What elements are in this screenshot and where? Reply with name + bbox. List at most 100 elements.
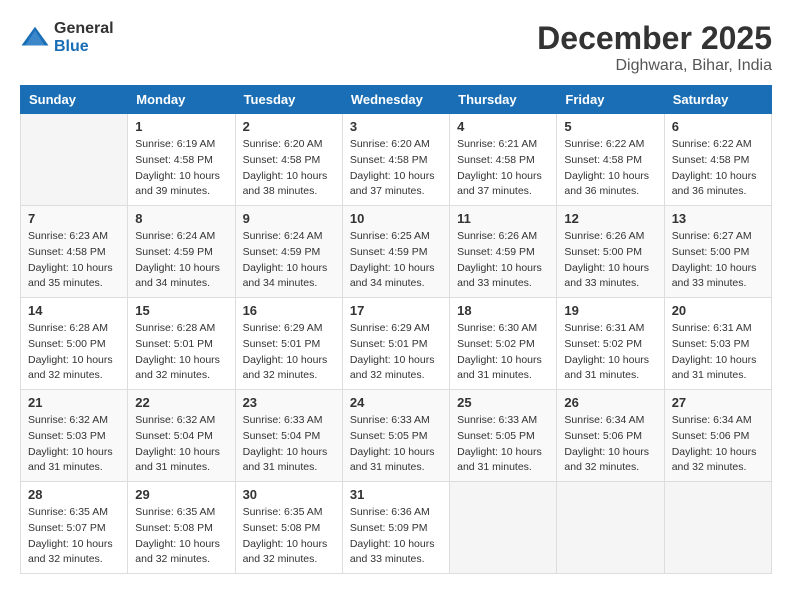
calendar-cell: 20 Sunrise: 6:31 AM Sunset: 5:03 PM Dayli…: [664, 298, 771, 390]
day-info: Sunrise: 6:29 AM Sunset: 5:01 PM Dayligh…: [243, 321, 335, 384]
weekday-header-row: SundayMondayTuesdayWednesdayThursdayFrid…: [21, 86, 772, 114]
weekday-header-saturday: Saturday: [664, 86, 771, 114]
calendar-cell: 8 Sunrise: 6:24 AM Sunset: 4:59 PM Daylig…: [128, 206, 235, 298]
calendar-cell: 9 Sunrise: 6:24 AM Sunset: 4:59 PM Daylig…: [235, 206, 342, 298]
day-info: Sunrise: 6:32 AM Sunset: 5:03 PM Dayligh…: [28, 413, 120, 476]
calendar-cell: 1 Sunrise: 6:19 AM Sunset: 4:58 PM Daylig…: [128, 114, 235, 206]
calendar-cell: 11Sunrise: 6:26 AM Sunset: 4:59 PM Dayli…: [450, 206, 557, 298]
day-info: Sunrise: 6:31 AM Sunset: 5:03 PM Dayligh…: [672, 321, 764, 384]
day-number: 25: [457, 395, 549, 410]
calendar-cell: 24Sunrise: 6:33 AM Sunset: 5:05 PM Dayli…: [342, 390, 449, 482]
calendar-cell: [664, 482, 771, 574]
day-info: Sunrise: 6:32 AM Sunset: 5:04 PM Dayligh…: [135, 413, 227, 476]
title-block: December 2025 Dighwara, Bihar, India: [537, 20, 772, 75]
week-row-2: 14 Sunrise: 6:28 AM Sunset: 5:00 PM Dayli…: [21, 298, 772, 390]
weekday-header-thursday: Thursday: [450, 86, 557, 114]
weekday-header-friday: Friday: [557, 86, 664, 114]
calendar-cell: 27 Sunrise: 6:34 AM Sunset: 5:06 PM Dayli…: [664, 390, 771, 482]
day-number: 19: [564, 303, 656, 318]
calendar-cell: 15 Sunrise: 6:28 AM Sunset: 5:01 PM Dayli…: [128, 298, 235, 390]
day-info: Sunrise: 6:34 AM Sunset: 5:06 PM Dayligh…: [564, 413, 656, 476]
calendar-table: SundayMondayTuesdayWednesdayThursdayFrid…: [20, 85, 772, 574]
day-info: Sunrise: 6:23 AM Sunset: 4:58 PM Dayligh…: [28, 229, 120, 292]
day-number: 11: [457, 211, 549, 226]
calendar-cell: 2Sunrise: 6:20 AM Sunset: 4:58 PM Daylig…: [235, 114, 342, 206]
day-number: 23: [243, 395, 335, 410]
day-number: 2: [243, 119, 335, 134]
calendar-cell: 6Sunrise: 6:22 AM Sunset: 4:58 PM Daylig…: [664, 114, 771, 206]
day-number: 4: [457, 119, 549, 134]
day-info: Sunrise: 6:35 AM Sunset: 5:08 PM Dayligh…: [243, 505, 335, 568]
week-row-0: 1 Sunrise: 6:19 AM Sunset: 4:58 PM Daylig…: [21, 114, 772, 206]
day-info: Sunrise: 6:20 AM Sunset: 4:58 PM Dayligh…: [350, 137, 442, 200]
day-info: Sunrise: 6:28 AM Sunset: 5:01 PM Dayligh…: [135, 321, 227, 384]
calendar-cell: 4 Sunrise: 6:21 AM Sunset: 4:58 PM Daylig…: [450, 114, 557, 206]
calendar-cell: [450, 482, 557, 574]
calendar-cell: 25 Sunrise: 6:33 AM Sunset: 5:05 PM Dayli…: [450, 390, 557, 482]
weekday-header-monday: Monday: [128, 86, 235, 114]
logo: General Blue: [20, 20, 114, 55]
day-info: Sunrise: 6:27 AM Sunset: 5:00 PM Dayligh…: [672, 229, 764, 292]
day-info: Sunrise: 6:24 AM Sunset: 4:59 PM Dayligh…: [135, 229, 227, 292]
day-number: 8: [135, 211, 227, 226]
day-number: 24: [350, 395, 442, 410]
day-number: 31: [350, 487, 442, 502]
calendar-cell: 21 Sunrise: 6:32 AM Sunset: 5:03 PM Dayli…: [21, 390, 128, 482]
day-info: Sunrise: 6:29 AM Sunset: 5:01 PM Dayligh…: [350, 321, 442, 384]
day-number: 22: [135, 395, 227, 410]
calendar-cell: 18 Sunrise: 6:30 AM Sunset: 5:02 PM Dayli…: [450, 298, 557, 390]
day-info: Sunrise: 6:34 AM Sunset: 5:06 PM Dayligh…: [672, 413, 764, 476]
day-number: 3: [350, 119, 442, 134]
calendar-cell: 13 Sunrise: 6:27 AM Sunset: 5:00 PM Dayli…: [664, 206, 771, 298]
day-info: Sunrise: 6:25 AM Sunset: 4:59 PM Dayligh…: [350, 229, 442, 292]
day-number: 6: [672, 119, 764, 134]
day-number: 18: [457, 303, 549, 318]
day-info: Sunrise: 6:30 AM Sunset: 5:02 PM Dayligh…: [457, 321, 549, 384]
day-number: 12: [564, 211, 656, 226]
day-number: 28: [28, 487, 120, 502]
day-info: Sunrise: 6:19 AM Sunset: 4:58 PM Dayligh…: [135, 137, 227, 200]
calendar-cell: 28 Sunrise: 6:35 AM Sunset: 5:07 PM Dayli…: [21, 482, 128, 574]
day-info: Sunrise: 6:35 AM Sunset: 5:08 PM Dayligh…: [135, 505, 227, 568]
day-info: Sunrise: 6:28 AM Sunset: 5:00 PM Dayligh…: [28, 321, 120, 384]
day-info: Sunrise: 6:36 AM Sunset: 5:09 PM Dayligh…: [350, 505, 442, 568]
day-number: 17: [350, 303, 442, 318]
day-info: Sunrise: 6:21 AM Sunset: 4:58 PM Dayligh…: [457, 137, 549, 200]
day-number: 27: [672, 395, 764, 410]
week-row-4: 28 Sunrise: 6:35 AM Sunset: 5:07 PM Dayli…: [21, 482, 772, 574]
day-number: 20: [672, 303, 764, 318]
calendar-cell: 22 Sunrise: 6:32 AM Sunset: 5:04 PM Dayli…: [128, 390, 235, 482]
location-text: Dighwara, Bihar, India: [537, 57, 772, 75]
calendar-cell: 12 Sunrise: 6:26 AM Sunset: 5:00 PM Dayli…: [557, 206, 664, 298]
day-info: Sunrise: 6:35 AM Sunset: 5:07 PM Dayligh…: [28, 505, 120, 568]
day-number: 14: [28, 303, 120, 318]
day-number: 1: [135, 119, 227, 134]
day-number: 26: [564, 395, 656, 410]
day-number: 21: [28, 395, 120, 410]
day-number: 30: [243, 487, 335, 502]
week-row-3: 21 Sunrise: 6:32 AM Sunset: 5:03 PM Dayli…: [21, 390, 772, 482]
day-number: 13: [672, 211, 764, 226]
calendar-cell: 14 Sunrise: 6:28 AM Sunset: 5:00 PM Dayli…: [21, 298, 128, 390]
month-title: December 2025: [537, 20, 772, 57]
day-number: 15: [135, 303, 227, 318]
day-number: 9: [243, 211, 335, 226]
day-info: Sunrise: 6:31 AM Sunset: 5:02 PM Dayligh…: [564, 321, 656, 384]
day-number: 5: [564, 119, 656, 134]
day-number: 29: [135, 487, 227, 502]
calendar-cell: 17 Sunrise: 6:29 AM Sunset: 5:01 PM Dayli…: [342, 298, 449, 390]
calendar-cell: [21, 114, 128, 206]
day-info: Sunrise: 6:33 AM Sunset: 5:05 PM Dayligh…: [457, 413, 549, 476]
calendar-cell: 3 Sunrise: 6:20 AM Sunset: 4:58 PM Daylig…: [342, 114, 449, 206]
calendar-cell: [557, 482, 664, 574]
day-info: Sunrise: 6:33 AM Sunset: 5:04 PM Dayligh…: [243, 413, 335, 476]
logo-text: General Blue: [54, 20, 114, 55]
day-info: Sunrise: 6:24 AM Sunset: 4:59 PM Dayligh…: [243, 229, 335, 292]
weekday-header-tuesday: Tuesday: [235, 86, 342, 114]
weekday-header-sunday: Sunday: [21, 86, 128, 114]
calendar-cell: 5Sunrise: 6:22 AM Sunset: 4:58 PM Daylig…: [557, 114, 664, 206]
calendar-cell: 26 Sunrise: 6:34 AM Sunset: 5:06 PM Dayli…: [557, 390, 664, 482]
day-info: Sunrise: 6:26 AM Sunset: 5:00 PM Dayligh…: [564, 229, 656, 292]
logo-general-text: General: [54, 20, 114, 38]
logo-icon: [20, 23, 50, 53]
